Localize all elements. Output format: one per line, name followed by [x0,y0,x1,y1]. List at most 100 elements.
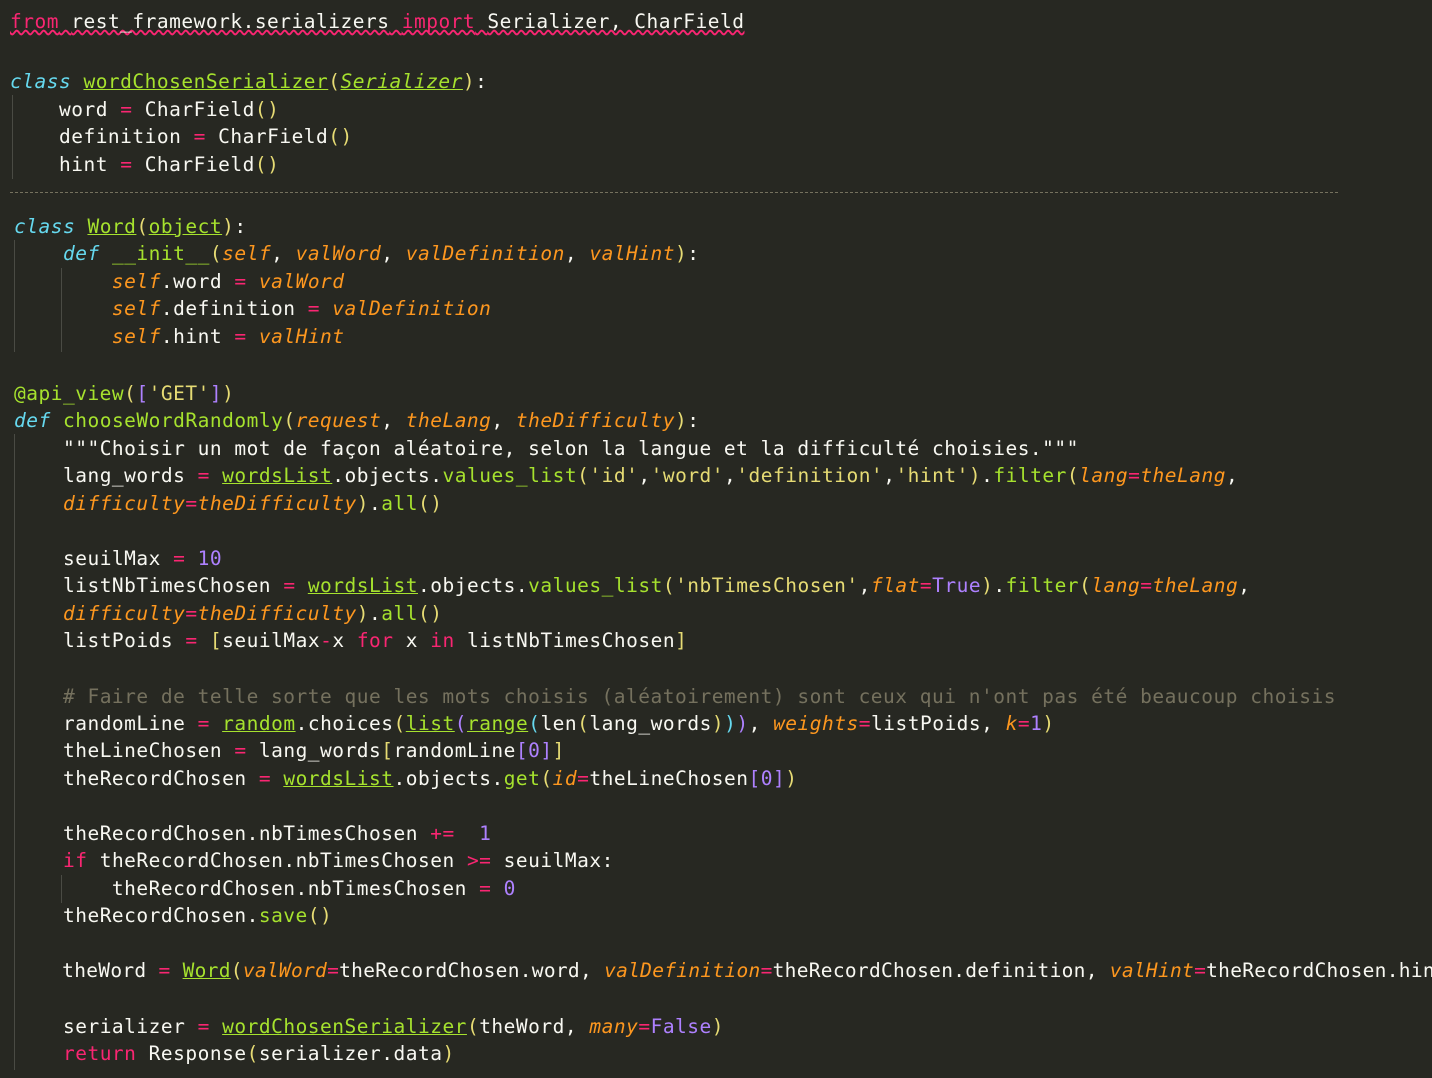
code-token: weights [773,712,859,735]
code-line-if[interactable]: if theRecordChosen.nbTimesChosen >= seui… [14,847,614,874]
code-line-return[interactable]: return Response(serializer.data) [14,1040,455,1067]
code-line-lang-words-cont[interactable]: difficulty=theDifficulty).all() [14,490,442,517]
code-token: () [328,125,353,148]
code-token: listNbTimesChosen [62,574,272,597]
code-line-reset[interactable]: theRecordChosen.nbTimesChosen = 0 [14,875,516,902]
code-line-def-init[interactable]: def __init__(self, valWord, valDefinitio… [14,240,700,267]
code-token: ( [283,409,296,432]
code-line-self-hint[interactable]: self.hint = valHint [14,323,345,350]
code-line-save[interactable]: theRecordChosen.save() [14,902,332,929]
code-token: valDefinition [405,242,565,265]
code-token: theRecordChosen [339,959,520,982]
code-token: get [503,767,541,790]
code-line-class-serializer[interactable]: class wordChosenSerializer(Serializer): [10,68,487,95]
code-line-therecordchosen[interactable]: theRecordChosen = wordsList.objects.get(… [14,765,798,792]
code-line-listnbtimes[interactable]: listNbTimesChosen = wordsList.objects.va… [14,572,1250,599]
code-token: ) [1042,712,1055,735]
code-token: theLang [405,409,492,432]
code-token: definition [58,125,182,148]
code-token: objects [430,574,516,597]
code-line-hint-field[interactable]: hint = CharField() [10,151,279,178]
code-token: Word [87,215,137,238]
code-token: = [185,629,198,652]
code-token: nbTimesChosen [295,849,455,872]
code-token: definition [965,959,1086,982]
code-line-randomline[interactable]: randomLine = random.choices(list(range(l… [14,710,1055,737]
code-line-decorator[interactable]: @api_view(['GET']) [14,380,234,407]
code-token: ( [540,767,553,790]
code-line-definition-field[interactable]: definition = CharField() [10,123,353,150]
code-token: Word [182,959,231,982]
code-line-word-field[interactable]: word = CharField() [10,96,279,123]
code-line-seuilmax[interactable]: seuilMax = 10 [14,545,222,572]
code-token: Serializer [340,70,463,93]
code-line-listnbtimes-cont[interactable]: difficulty=theDifficulty).all() [14,600,442,627]
code-token: 'nbTimesChosen' [675,574,859,597]
code-token: ] [209,382,223,405]
code-token: 10 [197,547,223,570]
code-line-increment[interactable]: theRecordChosen.nbTimesChosen += 1 [14,820,491,847]
code-token: ] [540,739,553,762]
code-token: = [307,297,321,320]
code-token: flat [870,574,920,597]
code-token: wordChosenSerializer [83,70,329,93]
code-token: rest_framework.serializers [71,10,390,33]
code-token: lang [1079,464,1129,487]
code-token: ) [222,215,235,238]
code-token: definition [173,297,296,320]
code-token: seuilMax [503,849,602,872]
code-line-serializer[interactable]: serializer = wordChosenSerializer(theWor… [14,1013,724,1040]
code-token: () [254,98,280,121]
code-token: ( [124,382,137,405]
code-token: ) [968,464,982,487]
code-token: ) [736,712,749,735]
code-token: len [540,712,578,735]
code-token: valWord [295,242,382,265]
code-token: ) [675,409,688,432]
code-editor[interactable]: from rest_framework.serializers import S… [0,0,1432,1078]
code-token: lang_words [589,712,712,735]
code-token: ( [1079,574,1092,597]
code-line-theword[interactable]: theWord = Word(valWord=theRecordChosen.w… [14,957,1432,984]
code-token: theRecordChosen [1206,959,1387,982]
code-token: if [62,849,88,872]
code-line-listpoids[interactable]: listPoids = [seuilMax-x for x in listNbT… [14,627,687,654]
code-token: = [1194,959,1207,982]
code-token: choices [307,712,394,735]
code-line-class-word[interactable]: class Word(object): [14,213,247,240]
code-line-self-word[interactable]: self.word = valWord [14,268,345,295]
code-token: randomLine [393,739,516,762]
code-token: [ [748,767,761,790]
code-token: >= [466,849,492,872]
code-token: theLineChosen [62,739,223,762]
code-token: lang_words [258,739,382,762]
code-line-thelinechosen[interactable]: theLineChosen = lang_words[randomLine[0]… [14,737,565,764]
code-token: ) [222,382,235,405]
code-token: random [222,712,296,735]
code-token: serializer [258,1042,382,1065]
code-token: x [332,629,345,652]
code-token: theRecordChosen [62,767,247,790]
code-line-def-choose[interactable]: def chooseWordRandomly(request, theLang,… [14,407,700,434]
code-token: """Choisir un mot de façon aléatoire, se… [62,437,1079,460]
code-token: listPoids [871,712,982,735]
code-token: values_list [442,464,578,487]
code-line-self-definition[interactable]: self.definition = valDefinition [14,295,491,322]
code-token: ) [724,712,737,735]
code-token: theDifficulty [197,602,357,625]
code-token: all [381,492,418,515]
code-token: Response [148,1042,247,1065]
code-token: valHint [258,325,345,348]
code-token: = [185,492,198,515]
code-token: wordChosenSerializer [222,1015,467,1038]
code-token: filter [993,464,1067,487]
code-token: = [197,1015,210,1038]
code-line-1[interactable]: from rest_framework.serializers import S… [10,8,744,35]
code-line-docstring[interactable]: """Choisir un mot de façon aléatoire, se… [14,435,1079,462]
code-line-lang-words[interactable]: lang_words = wordsList.objects.values_li… [14,462,1238,489]
code-token: ( [1066,464,1080,487]
code-line-comment[interactable]: # Faire de telle sorte que les mots choi… [14,683,1336,710]
code-token: ( [528,712,541,735]
